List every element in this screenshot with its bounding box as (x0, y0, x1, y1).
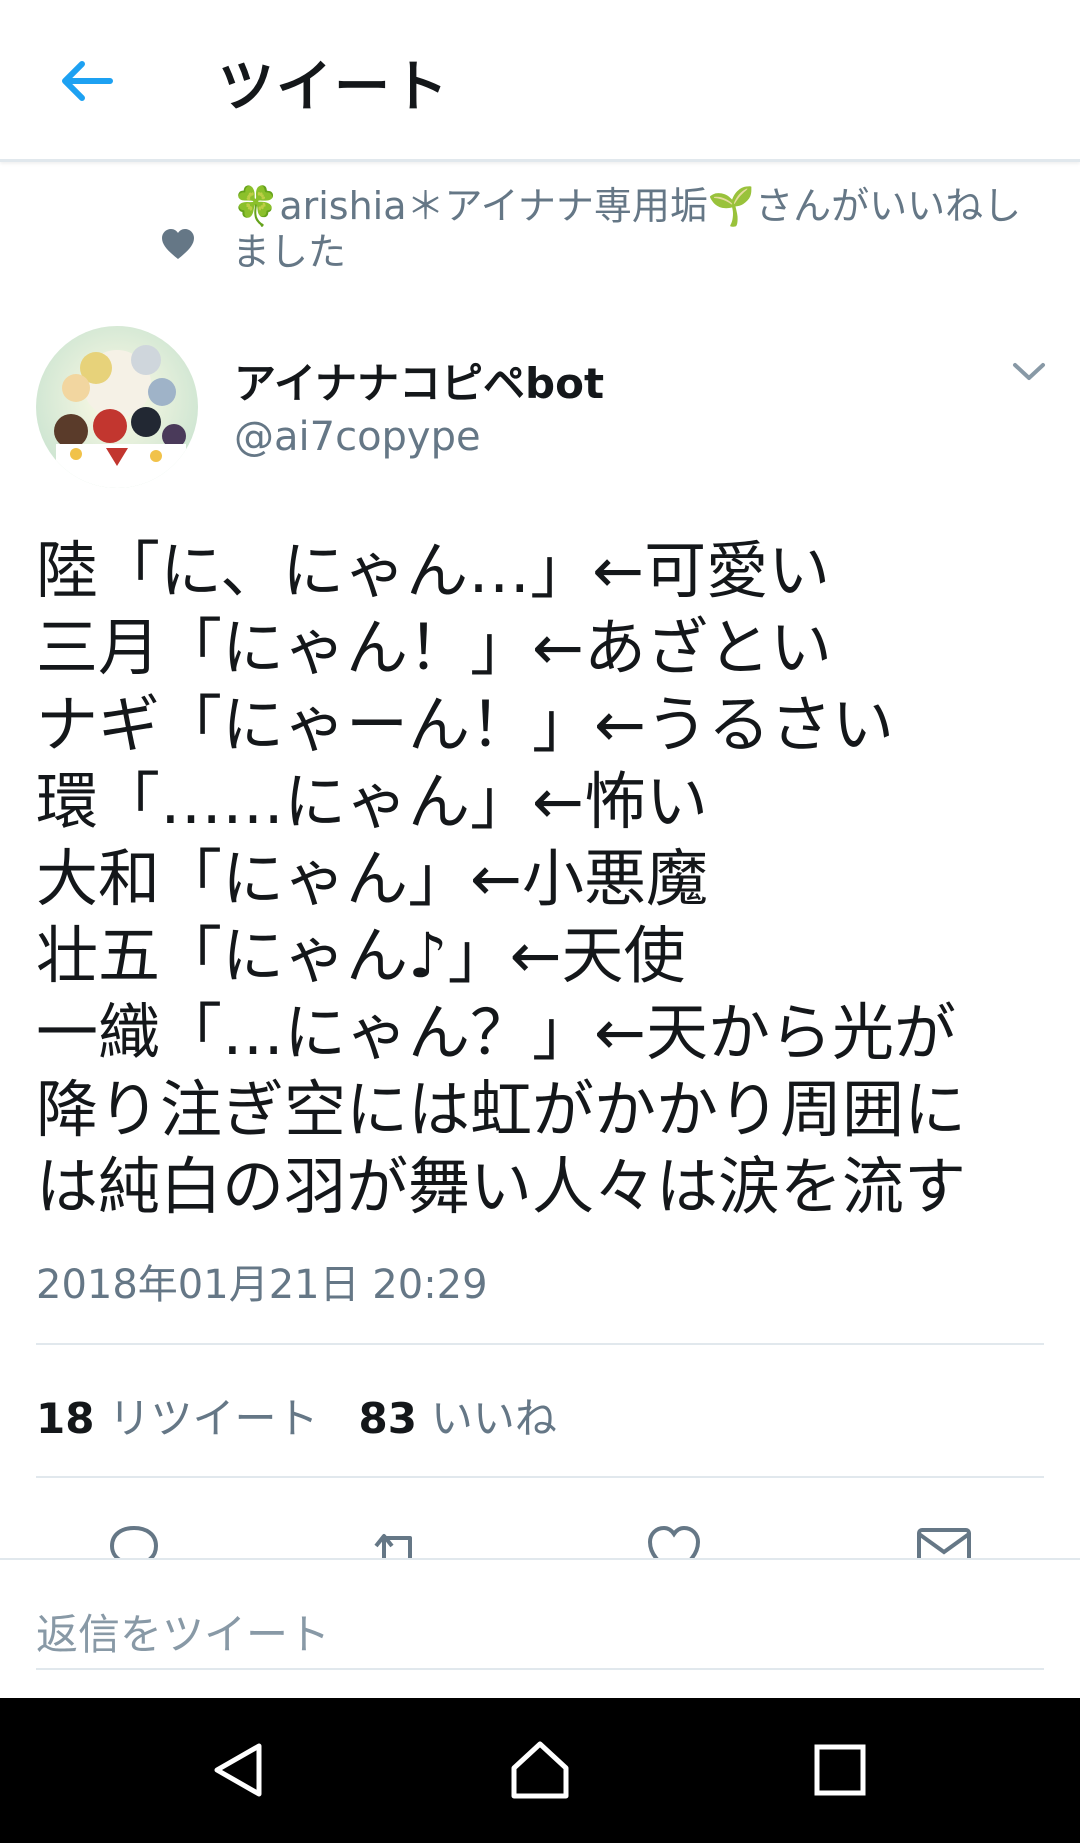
likes-stat[interactable]: 83 いいね (358, 1385, 556, 1446)
share-button[interactable] (914, 1522, 974, 1560)
triangle-back-icon (214, 1743, 262, 1797)
reply-icon (109, 1525, 159, 1560)
tweet-line: 環「……にゃん」←怖い (36, 765, 708, 838)
divider (36, 1343, 1044, 1345)
tweet-line: 陸「に、にゃん…」←可愛い (36, 534, 831, 607)
page-title: ツイート (218, 55, 450, 120)
retweets-label: リツイート (108, 1394, 319, 1443)
social-context[interactable]: 🍀arishia＊アイナナ専用垢🌱さんがいいねしました (0, 175, 1080, 285)
retweet-icon (374, 1534, 412, 1560)
home-icon (511, 1741, 569, 1799)
tweet-actions (0, 1500, 1080, 1560)
tweet-stats: 18 リツイート 83 いいね (36, 1385, 597, 1446)
back-button[interactable] (50, 45, 122, 117)
tweet-line: は純白の羽が舞い人々は涙を流す (36, 1150, 967, 1223)
envelope-icon (917, 1528, 971, 1560)
divider (36, 1476, 1044, 1478)
nav-back-button[interactable] (203, 1734, 275, 1806)
tweet-line: 壮五「にゃん♪」←天使 (36, 919, 686, 992)
tweet-menu-button[interactable] (1004, 352, 1054, 392)
reply-button[interactable] (104, 1522, 164, 1560)
tweet-line: 降り注ぎ空には虹がかかり周囲に (36, 1073, 967, 1146)
chevron-down-icon (1013, 363, 1045, 380)
tweet-line: 三月「にゃん！」←あざとい (36, 611, 832, 684)
heart-outline-icon (647, 1525, 701, 1560)
tweet-detail-screen: ツイート 🍀arishia＊アイナナ専用垢🌱さんがいいねしました アイナナコピペ… (0, 0, 1080, 1843)
author-name[interactable]: アイナナコピペbot (234, 350, 604, 411)
square-recents-icon (814, 1744, 866, 1796)
avatar[interactable] (36, 326, 198, 488)
back-arrow-icon (62, 61, 113, 101)
nav-recents-button[interactable] (804, 1734, 876, 1806)
tweet-line: 大和「にゃん」←小悪魔 (36, 842, 708, 915)
tweet-text: 陸「に、にゃん…」←可愛い 三月「にゃん！」←あざとい ナギ「にゃーん！」←うる… (36, 532, 1056, 1225)
system-nav-bar (0, 1698, 1080, 1843)
retweet-button[interactable] (370, 1522, 430, 1560)
app-bar: ツイート (0, 0, 1080, 162)
retweets-count: 18 (36, 1394, 95, 1443)
nav-home-button[interactable] (504, 1734, 576, 1806)
like-button[interactable] (644, 1522, 704, 1560)
tweet-timestamp: 2018年01月21日 20:29 (36, 1262, 488, 1308)
liked-by-text: 🍀arishia＊アイナナ専用垢🌱さんがいいねしました (232, 184, 1022, 274)
avatar-image (36, 326, 198, 488)
likes-count: 83 (358, 1394, 417, 1443)
likes-label: いいね (430, 1394, 557, 1443)
reply-composer (0, 1558, 1080, 1698)
author-handle[interactable]: @ai7copype (234, 414, 481, 460)
tweet-line: 一織「…にゃん？」←天から光が (36, 996, 956, 1069)
heart-icon (162, 229, 194, 259)
tweet-line: ナギ「にゃーん！」←うるさい (36, 688, 894, 761)
retweets-stat[interactable]: 18 リツイート (36, 1385, 318, 1446)
reply-input[interactable] (36, 1600, 1044, 1670)
